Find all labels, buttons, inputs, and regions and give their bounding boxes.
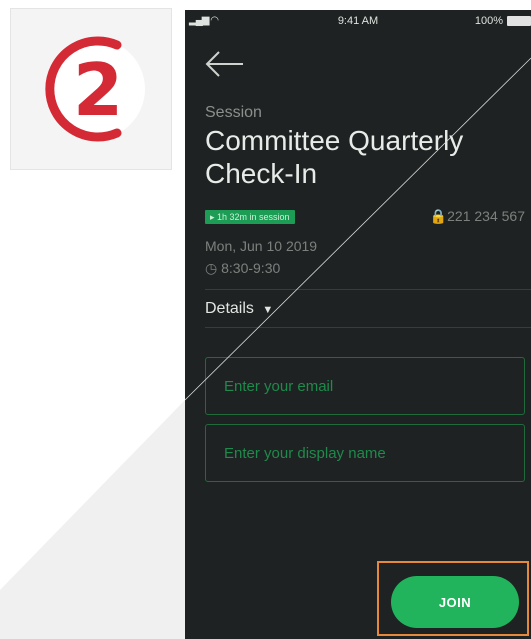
step-number: 2 <box>72 48 124 132</box>
battery-icon <box>507 16 531 26</box>
meeting-id: 🔒221 234 567 <box>429 208 525 224</box>
in-session-badge: ▸ 1h 32m in session <box>205 210 295 224</box>
back-arrow-icon[interactable] <box>203 48 247 80</box>
session-time-range: ◷ 8:30-9:30 <box>205 260 281 276</box>
details-label: Details <box>205 300 254 317</box>
divider <box>205 289 531 290</box>
join-button[interactable]: JOIN <box>391 576 519 628</box>
display-name-field[interactable] <box>205 424 525 482</box>
status-bar: ▂▄▆ ◠ 9:41 AM 100% <box>185 10 531 32</box>
session-date: Mon, Jun 10 2019 <box>205 238 318 254</box>
session-title: Committee Quarterly Check-In <box>205 125 464 189</box>
step-card: 2 <box>10 8 172 170</box>
caret-down-icon: ▼ <box>262 304 274 316</box>
battery-percent: 100% <box>474 15 503 27</box>
session-eyebrow: Session <box>205 104 262 121</box>
phone-screen: ▂▄▆ ◠ 9:41 AM 100% Session Committee Qua… <box>185 10 531 639</box>
divider <box>205 327 531 328</box>
email-field[interactable] <box>205 357 525 415</box>
details-toggle[interactable]: Details ▼ <box>205 300 273 318</box>
